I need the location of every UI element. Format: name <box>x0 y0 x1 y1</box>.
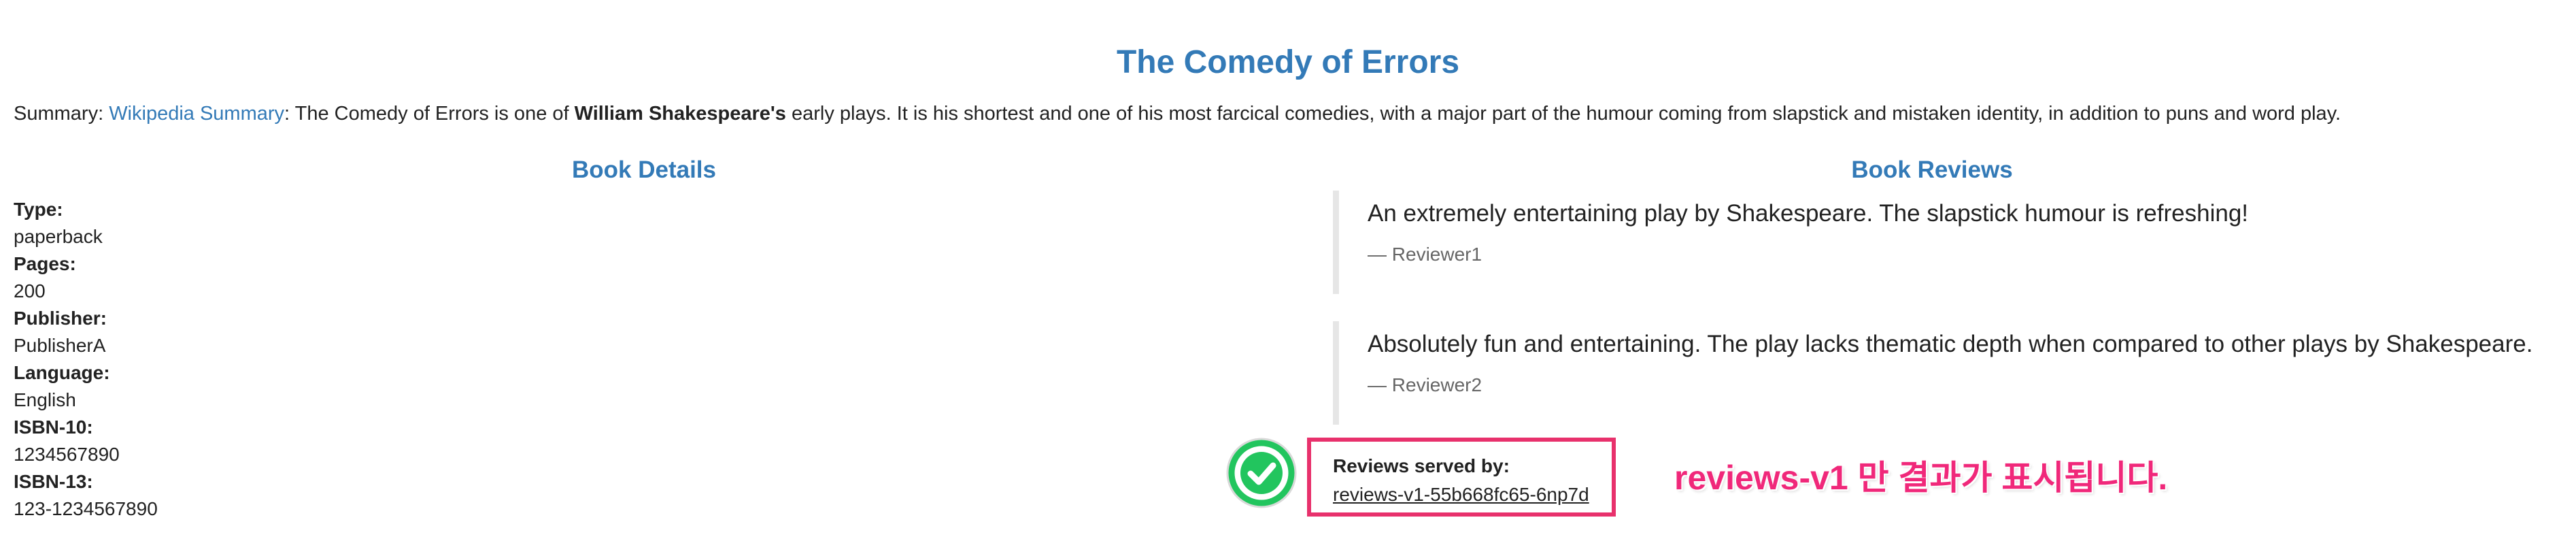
detail-value-isbn10: 1234567890 <box>14 444 120 465</box>
summary-prefix: Summary: <box>14 103 109 125</box>
review-text: An extremely entertaining play by Shakes… <box>1368 200 2249 227</box>
review-author: — Reviewer2 <box>1368 374 1482 395</box>
review-item: Absolutely fun and entertaining. The pla… <box>1333 321 2576 425</box>
detail-label-isbn13: ISBN-13: <box>14 471 93 492</box>
review-item: An extremely entertaining play by Shakes… <box>1333 191 2576 294</box>
summary-author: William Shakespeare's <box>574 103 786 125</box>
book-details-heading: Book Details <box>572 157 716 183</box>
detail-label-pages: Pages: <box>14 253 76 274</box>
detail-value-type: paperback <box>14 226 103 247</box>
wikipedia-summary-link[interactable]: Wikipedia Summary <box>109 103 284 125</box>
served-by-pod: reviews-v1-55b668fc65-6np7d <box>1333 484 1589 505</box>
detail-value-pages: 200 <box>14 280 46 301</box>
served-by-label: Reviews served by: <box>1333 455 1510 476</box>
detail-value-publisher: PublisherA <box>14 335 106 356</box>
check-circle-icon <box>1226 438 1297 508</box>
detail-label-isbn10: ISBN-10: <box>14 416 93 438</box>
annotation-note: reviews-v1 만 결과가 표시됩니다. <box>1674 459 2168 497</box>
book-details-list: Type: paperback Pages: 200 Publisher: Pu… <box>14 196 158 523</box>
detail-label-publisher: Publisher: <box>14 308 107 329</box>
summary-text: : The Comedy of Errors is one of <box>284 103 575 125</box>
review-text: Absolutely fun and entertaining. The pla… <box>1368 331 2533 357</box>
summary-text-rest: early plays. It is his shortest and one … <box>785 103 2341 125</box>
detail-value-isbn13: 123-1234567890 <box>14 498 158 519</box>
detail-label-language: Language: <box>14 362 110 383</box>
detail-value-language: English <box>14 389 76 410</box>
book-title: The Comedy of Errors <box>1116 44 1460 80</box>
detail-label-type: Type: <box>14 199 63 220</box>
book-reviews-heading: Book Reviews <box>1851 157 2013 183</box>
reviews-served-by-box: Reviews served by: reviews-v1-55b668fc65… <box>1307 438 1616 517</box>
book-summary: Summary: Wikipedia Summary: The Comedy o… <box>14 101 2341 127</box>
review-author: — Reviewer1 <box>1368 244 1482 265</box>
